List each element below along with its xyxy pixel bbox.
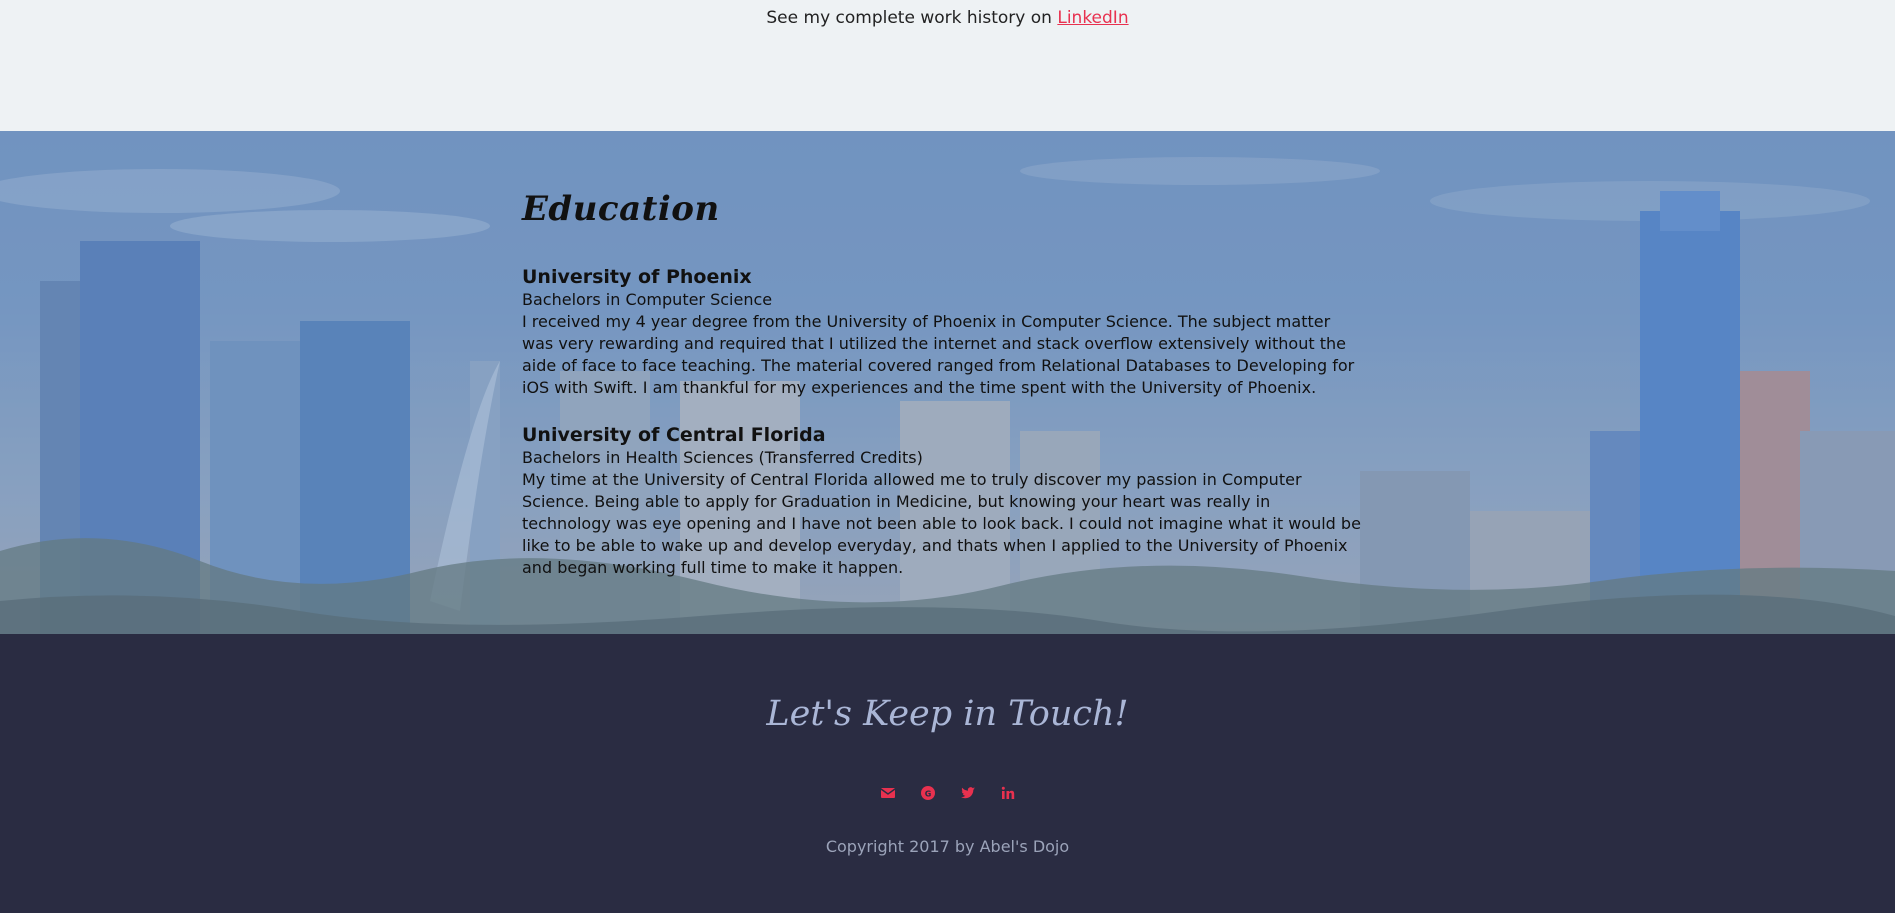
work-history-line: See my complete work history on LinkedIn bbox=[0, 8, 1895, 28]
svg-text:G: G bbox=[924, 790, 931, 799]
school-name: University of Central Florida bbox=[522, 424, 826, 446]
footer-heading: Let's Keep in Touch! bbox=[766, 694, 1129, 734]
work-history-section: See my complete work history on LinkedIn bbox=[0, 0, 1895, 131]
social-links: G bbox=[0, 784, 1895, 802]
twitter-icon[interactable] bbox=[959, 784, 977, 802]
copyright-text: Copyright 2017 by Abel's Dojo bbox=[825, 837, 1070, 856]
school-description: I received my 4 year degree from the Uni… bbox=[522, 312, 1355, 397]
google-plus-icon[interactable]: G bbox=[919, 784, 937, 802]
linkedin-icon[interactable] bbox=[999, 784, 1017, 802]
school-degree: Bachelors in Health Sciences (Transferre… bbox=[522, 448, 923, 467]
school-name: University of Phoenix bbox=[522, 266, 752, 288]
school-description: My time at the University of Central Flo… bbox=[522, 470, 1361, 577]
footer: Let's Keep in Touch! G Copyright 2017 by… bbox=[0, 634, 1895, 913]
school-degree: Bachelors in Computer Science bbox=[522, 290, 773, 309]
education-heading: Education bbox=[522, 189, 720, 229]
education-content: Education University of Phoenix Bachelor… bbox=[522, 189, 1362, 603]
school-entry: University of Phoenix Bachelors in Compu… bbox=[522, 265, 1362, 399]
school-entry: University of Central Florida Bachelors … bbox=[522, 423, 1362, 579]
education-section: Education University of Phoenix Bachelor… bbox=[0, 131, 1895, 634]
envelope-icon[interactable] bbox=[879, 784, 897, 802]
linkedin-link[interactable]: LinkedIn bbox=[1057, 8, 1128, 28]
work-history-text: See my complete work history on bbox=[766, 8, 1058, 28]
